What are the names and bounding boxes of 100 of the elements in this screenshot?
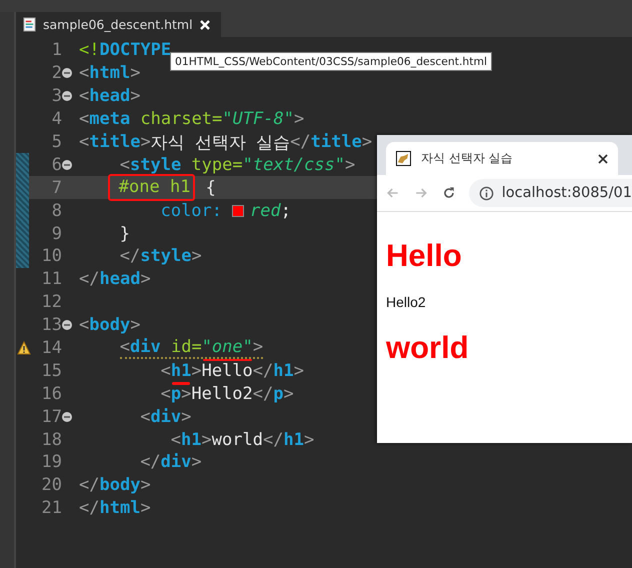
editor-tab[interactable]: sample06_descent.html	[16, 12, 221, 37]
angle-bracket: >	[140, 269, 151, 290]
tag-name: body	[99, 475, 140, 496]
angle-bracket: >	[362, 132, 372, 152]
angle-bracket: <	[140, 406, 150, 427]
attribute-name: charset	[140, 109, 212, 130]
line-number: 10	[40, 246, 62, 266]
css-selector: #one h1	[118, 177, 190, 198]
angle-bracket: <	[120, 154, 130, 175]
annotation-underline	[202, 358, 252, 362]
tag-name: h1	[170, 360, 192, 381]
tag-name: h1	[181, 430, 202, 450]
tag-name: DOCTYPE	[99, 40, 172, 60]
angle-bracket: >	[294, 109, 304, 130]
collapse-icon[interactable]	[62, 160, 72, 170]
code-text: 자식 선택자 실습	[150, 132, 290, 154]
angle-bracket: >	[252, 337, 264, 358]
tag-name: p	[273, 384, 284, 404]
angle-bracket: </	[140, 452, 161, 472]
equals-sign: =	[232, 154, 243, 175]
attribute-value: red	[250, 200, 281, 221]
angle-bracket: </	[120, 246, 140, 266]
tag-name: style	[140, 246, 192, 266]
angle-bracket: <	[79, 86, 90, 106]
tag-name: h1	[273, 360, 294, 381]
angle-bracket: </	[79, 498, 100, 518]
tag-name: meta	[89, 109, 130, 130]
line-number: 16	[40, 384, 62, 404]
line-number: 21	[40, 498, 62, 518]
tag-name: style	[130, 154, 182, 175]
tag-name: div	[150, 406, 182, 427]
page-paragraph: Hello2	[386, 294, 427, 310]
collapse-icon[interactable]	[62, 320, 72, 330]
doctype-mark: <!	[79, 40, 100, 60]
angle-bracket: >	[130, 86, 140, 106]
tag-name: p	[170, 384, 182, 404]
tag-name: head	[99, 269, 140, 290]
browser-tab[interactable]: 자식 선택자 실습	[386, 142, 618, 175]
line-number: 9	[50, 224, 62, 244]
close-icon[interactable]	[598, 154, 608, 164]
file-icon	[22, 17, 37, 32]
angle-bracket: >	[140, 498, 151, 518]
collapse-icon[interactable]	[62, 68, 72, 78]
line-number: 8	[50, 200, 62, 221]
angle-bracket: >	[130, 63, 140, 84]
angle-bracket: </	[252, 384, 274, 404]
angle-bracket: <	[120, 337, 130, 358]
angle-bracket: >	[181, 384, 192, 404]
tag-name: body	[89, 315, 130, 336]
line-number: 11	[40, 269, 62, 290]
angle-bracket: >	[181, 406, 192, 427]
line-number: 18	[40, 430, 62, 450]
info-icon	[478, 186, 494, 200]
tag-name: head	[89, 86, 130, 106]
angle-bracket: <	[79, 315, 90, 336]
tag-name: div	[160, 452, 192, 472]
angle-bracket: </	[262, 430, 284, 450]
line-number: 13	[40, 315, 62, 336]
tag-name: html	[99, 498, 140, 518]
line-number: 20	[40, 475, 62, 496]
attribute-name: id	[170, 337, 192, 358]
tag-name: h1	[283, 430, 304, 450]
line-number: 5	[50, 132, 62, 152]
line-number: 12	[40, 292, 62, 312]
angle-bracket: </	[79, 475, 100, 496]
angle-bracket: >	[344, 154, 356, 175]
line-number: 17	[40, 406, 62, 427]
angle-bracket: >	[294, 360, 304, 381]
line-number: 14	[40, 338, 62, 358]
equals-sign: =	[212, 109, 222, 130]
angle-bracket: <	[79, 63, 90, 84]
angle-bracket: >	[140, 475, 151, 496]
angle-bracket: <	[160, 360, 171, 381]
angle-bracket: <	[160, 384, 171, 404]
attribute-value: "text/css"	[242, 154, 345, 175]
code-text: {	[206, 178, 216, 198]
collapse-icon[interactable]	[62, 91, 72, 102]
code-text: Hello2	[191, 384, 253, 404]
collapse-icon[interactable]	[62, 412, 72, 422]
attribute-value: "one"	[202, 337, 253, 358]
line-number: 7	[50, 178, 62, 198]
page-heading: Hello	[386, 238, 463, 274]
angle-bracket: >	[191, 452, 202, 472]
angle-bracket: >	[191, 360, 202, 381]
tag-name: div	[130, 337, 161, 358]
line-number: 2	[50, 63, 62, 84]
angle-bracket: </	[290, 132, 311, 152]
page-heading: world	[386, 330, 470, 366]
angle-bracket: </	[79, 269, 100, 290]
tag-name: title	[89, 132, 140, 152]
path-tooltip: 01HTML_CSS/WebContent/03CSS/sample06_descent.html	[170, 52, 492, 71]
angle-bracket: >	[202, 430, 212, 450]
angle-bracket: <	[79, 109, 90, 130]
address-bar[interactable]: localhost:8085/01	[468, 179, 632, 207]
attribute-value: "UTF-8"	[222, 109, 294, 130]
code-text: Hello	[202, 360, 253, 381]
tag-name: html	[89, 63, 130, 84]
line-number: 3	[50, 86, 62, 106]
attribute-name: type	[191, 154, 232, 175]
line-number: 15	[40, 360, 62, 381]
